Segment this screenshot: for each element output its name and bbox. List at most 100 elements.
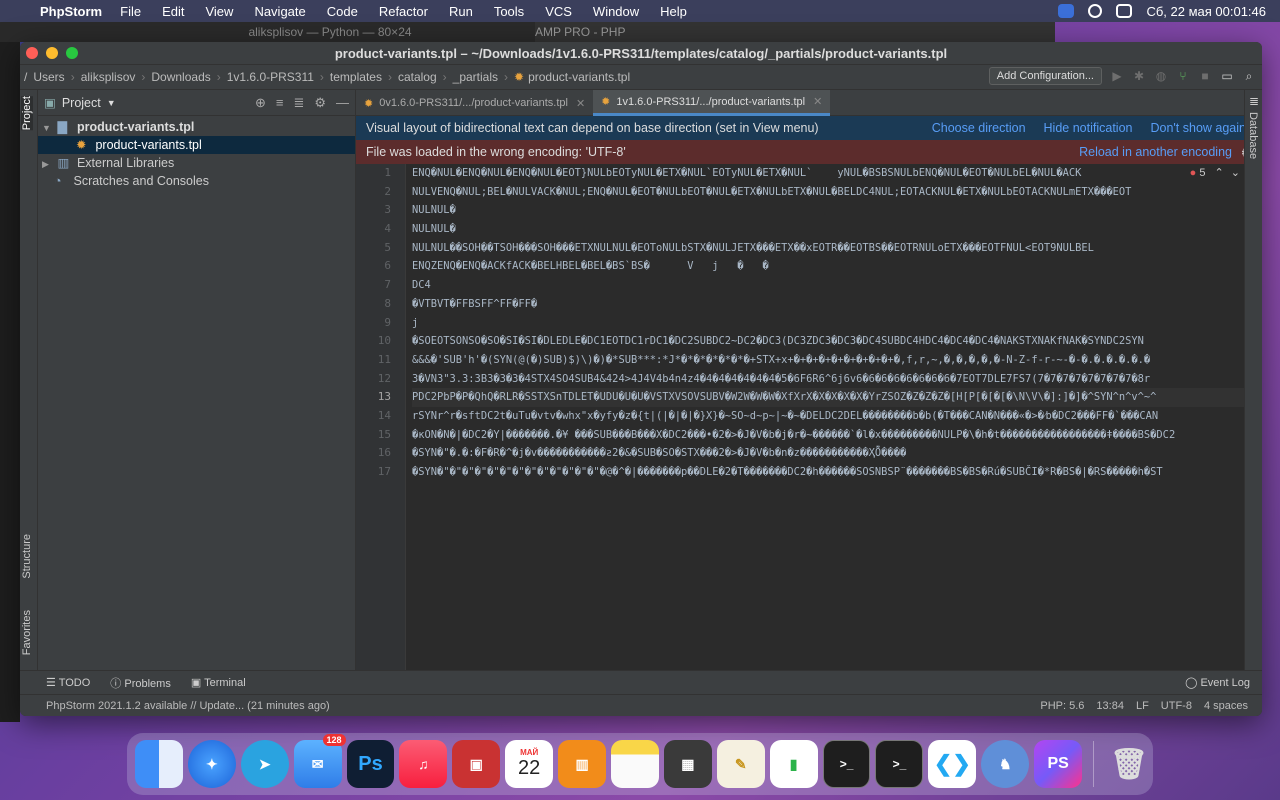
menubar-app-name[interactable]: PhpStorm — [40, 4, 102, 19]
todo-tool[interactable]: ☰ TODO — [46, 676, 90, 689]
indent-setting[interactable]: 4 spaces — [1204, 700, 1248, 712]
trash-icon[interactable]: 🗑 — [1105, 740, 1153, 788]
code-line[interactable]: �SOEOTSONSO�SO�SI�SI�DLEDLE�DC1EOTDC1rDC… — [412, 332, 1244, 351]
tree-item-root-folder[interactable]: ▼ ▇ product-variants.tpl — [38, 118, 355, 136]
project-panel-title[interactable]: Project — [62, 96, 101, 110]
books-icon[interactable]: ▥ — [558, 740, 607, 788]
add-configuration-button[interactable]: Add Configuration... — [988, 67, 1102, 85]
code-line[interactable]: &&&�'SUB'h'�(SYN(@(�)SUB)$)\)�)�*SUB***:… — [412, 351, 1244, 370]
control-center-icon[interactable] — [1116, 4, 1133, 18]
menu-window[interactable]: Window — [593, 4, 639, 19]
database-icon[interactable]: ≣ — [1249, 94, 1259, 108]
gear-icon[interactable]: ⚙ — [314, 95, 326, 111]
dont-show-again-link[interactable]: Don't show again — [1150, 121, 1246, 135]
close-icon[interactable]: ✕ — [576, 97, 585, 110]
menu-view[interactable]: View — [205, 4, 233, 19]
tree-item-scratches[interactable]: ◔ Scratches and Consoles — [38, 172, 355, 190]
editor-tab-active[interactable]: ✹ 1v1.6.0-PRS311/.../product-variants.tp… — [593, 90, 831, 116]
code-line[interactable]: NULNUL��SOH��TSOH���SOH���ETXNULNUL�EOTo… — [412, 239, 1244, 258]
code-line[interactable]: NULVENQ�NUL;BEL�NULVACK�NUL;ENQ�NUL�EOT�… — [412, 183, 1244, 202]
calculator-icon[interactable]: ▦ — [663, 740, 712, 788]
breadcrumb-downloads[interactable]: Downloads — [151, 70, 210, 84]
collapsed-arrow-icon[interactable]: ▶ — [42, 155, 54, 173]
code-line[interactable]: �кON�N�|�DC2�Y|�������.�¥ ���SUB���B���X… — [412, 426, 1244, 445]
stop-icon[interactable]: ■ — [1198, 69, 1212, 83]
collapse-all-icon[interactable]: ≣ — [293, 95, 304, 111]
breadcrumb-file[interactable]: product-variants.tpl — [528, 70, 630, 84]
calendar-icon[interactable]: МАЙ 22 — [505, 740, 554, 788]
notes-icon[interactable] — [611, 740, 659, 788]
terminal-app-icon[interactable]: >_ — [822, 740, 871, 788]
code-line[interactable]: NULNUL� — [412, 201, 1244, 220]
code-line[interactable]: rSYNr^r�sftDC2t�uTu�vtv�whx"x�yfy�z�{t|(… — [412, 407, 1244, 426]
status-message[interactable]: PhpStorm 2021.1.2 available // Update...… — [46, 700, 330, 712]
hide-panel-icon[interactable]: — — [336, 95, 349, 111]
search-everywhere-icon[interactable]: ⌕ — [1242, 69, 1256, 84]
music-icon[interactable]: ♫ — [399, 740, 448, 788]
php-version[interactable]: PHP: 5.6 — [1040, 700, 1084, 712]
textedit-icon[interactable]: ✎ — [716, 740, 765, 788]
line-number-gutter[interactable]: 1 2 3 4 5 6 7 8 9 10 11 12 13 14 15 16 17 — [356, 164, 406, 670]
menubar-clock[interactable]: Сб, 22 мая 00:01:46 — [1146, 4, 1266, 19]
reload-encoding-link[interactable]: Reload in another encoding — [1079, 145, 1232, 159]
expand-all-icon[interactable]: ≡ — [276, 95, 284, 111]
menu-vcs[interactable]: VCS — [545, 4, 572, 19]
breadcrumb-root[interactable]: / — [24, 70, 27, 84]
photoshop-icon[interactable]: Ps — [346, 740, 395, 788]
vscode-icon[interactable]: ❮❯ — [928, 740, 977, 788]
inspection-widget[interactable]: ● 5 ⌃ ⌄ — [1190, 166, 1240, 179]
menu-help[interactable]: Help — [660, 4, 687, 19]
problems-tool[interactable]: ⓘ Problems — [110, 675, 171, 691]
tree-item-file[interactable]: ✹ product-variants.tpl — [38, 136, 355, 154]
breadcrumb-users[interactable]: Users — [33, 70, 64, 84]
code-line[interactable]: ENQ�NUL�ENQ�NUL�ENQ�NUL�EOT}NULbEOTyNUL�… — [412, 164, 1244, 183]
code-line[interactable]: �SYN�"�.�:�F�R�^�j�v�����������ƨ2�&�SUB�… — [412, 444, 1244, 463]
event-log-tool[interactable]: ◯ Event Log — [1185, 676, 1250, 689]
chevron-up-icon[interactable]: ⌃ — [1215, 167, 1224, 179]
breadcrumb-templates[interactable]: templates — [330, 70, 382, 84]
code-line[interactable]: �VTBVT�FFBSFF^FF�FF� — [412, 295, 1244, 314]
tab-favorites[interactable]: Favorites — [21, 610, 33, 655]
play-circle-icon[interactable] — [1088, 4, 1103, 18]
code-content[interactable]: ENQ�NUL�ENQ�NUL�ENQ�NUL�EOT}NULbEOTyNUL�… — [406, 164, 1244, 670]
menu-file[interactable]: File — [120, 4, 141, 19]
menu-edit[interactable]: Edit — [162, 4, 184, 19]
code-line[interactable]: 3�VN3"3.3:3B3�3�3�4STX4SO4SUB4&424>4J4V4… — [412, 370, 1244, 389]
project-structure-icon[interactable]: ▭ — [1220, 69, 1234, 83]
menu-run[interactable]: Run — [449, 4, 473, 19]
tree-item-external-libraries[interactable]: ▶ ▥ External Libraries — [38, 154, 355, 172]
chevron-down-icon[interactable]: ⌄ — [1231, 167, 1240, 179]
breadcrumb-project[interactable]: 1v1.6.0-PRS311 — [227, 70, 314, 84]
phpstorm-icon[interactable]: PS — [1034, 740, 1083, 788]
tab-structure[interactable]: Structure — [21, 534, 33, 579]
safari-icon[interactable]: ✦ — [187, 740, 236, 788]
locate-icon[interactable]: ⊕ — [255, 95, 266, 111]
choose-direction-link[interactable]: Choose direction — [932, 121, 1026, 135]
run-icon[interactable]: ▶ — [1110, 69, 1124, 83]
code-editor[interactable]: 1 2 3 4 5 6 7 8 9 10 11 12 13 14 15 16 17 ENQ�NUL�ENQ�NU… — [356, 164, 1244, 670]
breadcrumb-user[interactable]: aliksplisov — [81, 70, 136, 84]
coverage-icon[interactable]: ◍ — [1154, 69, 1168, 83]
caret-position[interactable]: 13:84 — [1096, 700, 1124, 712]
breadcrumb-partials[interactable]: _partials — [453, 70, 498, 84]
breadcrumb-catalog[interactable]: catalog — [398, 70, 437, 84]
expand-arrow-icon[interactable]: ▼ — [42, 119, 54, 137]
debug-icon[interactable]: ✱ — [1132, 69, 1146, 83]
mail-icon[interactable]: ✉ 128 — [293, 734, 346, 788]
code-line[interactable]: PDC2PbP�P�QhQ�RLR�SSTXSnTDLET�UDU�U�U�VS… — [412, 388, 1244, 407]
status-app-icon[interactable] — [1058, 4, 1075, 18]
menu-tools[interactable]: Tools — [494, 4, 524, 19]
telegram-icon[interactable]: ➤ — [240, 740, 289, 788]
close-icon[interactable]: ✕ — [813, 95, 822, 108]
tab-project[interactable]: Project — [21, 96, 33, 131]
line-separator[interactable]: LF — [1136, 700, 1149, 712]
menu-navigate[interactable]: Navigate — [254, 4, 305, 19]
menu-code[interactable]: Code — [327, 4, 358, 19]
code-line[interactable]: DC4 — [412, 276, 1244, 295]
numbers-icon[interactable]: ▮ — [769, 740, 818, 788]
chevron-down-icon[interactable]: ▼ — [107, 98, 116, 108]
code-line[interactable]: NULNUL� — [412, 220, 1244, 239]
tab-database[interactable]: Database — [1247, 112, 1259, 159]
terminal-app-icon-2[interactable]: >_ — [875, 740, 924, 788]
code-line[interactable]: �SYN�"�"�"�"�"�"�"�"�"�"�"�"�"�@�^�|����… — [412, 463, 1244, 482]
